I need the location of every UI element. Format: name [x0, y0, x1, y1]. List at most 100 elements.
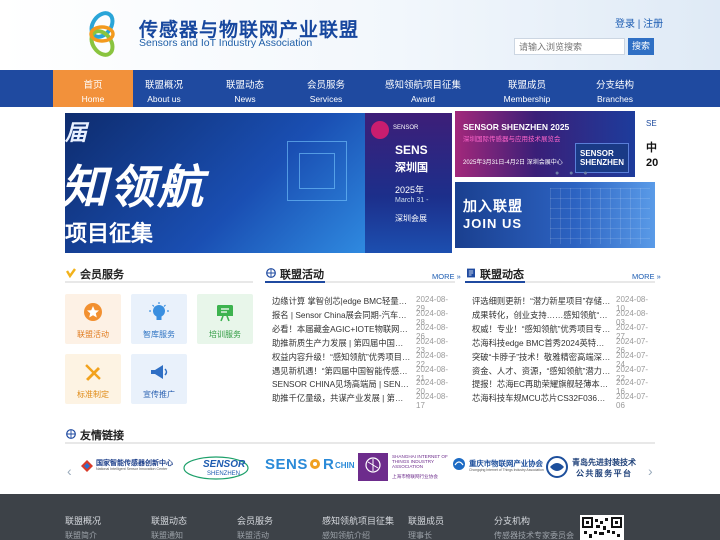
footer-col-news[interactable]: 联盟动态 — [151, 514, 187, 527]
nav-label-en: Membership — [503, 94, 551, 104]
news-row[interactable]: 资金、人才、资源，“感知领航”潜力新星项目...2024-07-22 — [472, 365, 655, 383]
news-row[interactable]: 突破“卡脖子”技术！敬雅精密高端深海MEMS...2024-07-24 — [472, 351, 655, 369]
news-row[interactable]: 报名 | Sensor China展会同期-汽车感知技术...2024-08-2… — [272, 309, 455, 327]
nav-award[interactable]: 感知领航项目征集 Award — [378, 70, 468, 107]
news-row[interactable]: 芯海科技edge BMC首秀2024英特尔网络与边...2024-07-26 — [472, 337, 655, 355]
tile-label: 联盟活动 — [77, 330, 109, 339]
nav-news[interactable]: 联盟动态 News — [205, 70, 285, 107]
news-row[interactable]: 助推新质生产力发展 | 第四届中国智能传感大...2024-08-23 — [272, 337, 455, 355]
news-row-date: 2024-07-06 — [616, 392, 649, 411]
tile-label: 标准制定 — [77, 390, 109, 399]
nav-services[interactable]: 会员服务 Services — [286, 70, 366, 107]
partner-sub: 上海市物联网行业协会 — [392, 474, 438, 479]
partner-shanghai-iot[interactable]: SHANGHAI INTERNET OF THINGS INDUSTRY ASS… — [358, 453, 448, 483]
news-row-title[interactable]: 边缘计算 掌智创芯|edge BMC轻量级带外管 — [272, 295, 411, 307]
news-more-link[interactable]: MORE » — [632, 272, 661, 281]
news-row[interactable]: 必看！本届藏金AGIC+IOTE物联网展参观指...2024-08-26 — [272, 323, 455, 341]
footer-col-about[interactable]: 联盟概况 — [65, 514, 101, 527]
partners-prev-arrow[interactable]: ‹ — [67, 463, 72, 479]
alliance-logo[interactable] — [82, 8, 122, 60]
partner-name: 青岛先进封装技术 — [572, 458, 636, 467]
activities-more-link[interactable]: MORE » — [432, 272, 461, 281]
news-row-title[interactable]: 助推新质生产力发展 | 第四届中国智能传感大... — [272, 337, 411, 349]
footer-link[interactable]: 传感器技术专家委员会 — [494, 530, 574, 540]
partner-qingdao-packaging[interactable]: 青岛先进封装技术 公共服务平台 — [545, 453, 642, 483]
footer-link[interactable]: 联盟活动 — [237, 530, 269, 540]
tile-training[interactable]: 培训服务 — [197, 294, 253, 344]
promo-right-line1: SE — [646, 119, 657, 128]
news-row[interactable]: 助推千亿量级，共谋产业发展 | 第四届中国智... 2024-08-17 — [272, 392, 455, 410]
carousel-dots[interactable]: ● ● ● — [555, 170, 592, 177]
partner-chongqing-iot[interactable]: 重庆市物联网产业协会 Chongqing Internet of Things … — [452, 453, 544, 483]
news-row-title[interactable]: 资金、人才、资源，“感知领航”潜力新星项目... — [472, 365, 611, 377]
news-row-title[interactable]: 评选细则更新！“潜力新星项目”存储持续扩大 — [472, 295, 611, 307]
news-row[interactable]: 芯海科技车规MCU芯片CS32F036Q荣获IAEI... 2024-07-06 — [472, 392, 655, 410]
nav-membership[interactable]: 联盟成员 Membership — [487, 70, 567, 107]
footer-col-award[interactable]: 感知领航项目征集 — [322, 514, 394, 527]
news-row-title[interactable]: 提报！芯海EC再助荣耀旗舰轻薄本MagicBoo... — [472, 378, 611, 390]
partner-sub: 公共服务平台 — [576, 469, 633, 478]
footer-col-branches[interactable]: 分支机构 — [494, 514, 530, 527]
footer-link[interactable]: 感知领航介绍 — [322, 530, 370, 540]
news-row-title[interactable]: 成果转化，创业支持……感知领航“潜力新星项目” — [472, 309, 611, 321]
footer-col-membership[interactable]: 联盟成员 — [408, 514, 444, 527]
section-divider — [65, 281, 253, 283]
nav-branches[interactable]: 分支结构 Branches — [575, 70, 655, 107]
hero-banner[interactable]: 届 知领航 项目征集 — [65, 113, 365, 253]
news-row-title[interactable]: 突破“卡脖子”技术！敬雅精密高端深海MEMS... — [472, 351, 611, 363]
nav-about[interactable]: 联盟概况 About us — [124, 70, 204, 107]
news-row-title[interactable]: 权益内容升级！“感知领航”优秀项目福利来袭 — [272, 351, 411, 363]
partner-sensor-china[interactable]: SENS R CHINA — [265, 453, 355, 483]
news-row-title[interactable]: 遇见新机遇！“第四届中国智能传感大会”... — [272, 365, 411, 377]
promo-title: SENSOR SHENZHEN 2025 — [463, 122, 570, 132]
news-row[interactable]: 权威！专业！“感知领航”优秀项目专家评审公...2024-07-27 — [472, 323, 655, 341]
nav-label-en: Services — [309, 94, 343, 104]
join-us-banner[interactable]: 加入联盟 JOIN US — [455, 182, 655, 248]
qr-code — [580, 515, 624, 540]
news-row[interactable]: 评选细则更新！“潜力新星项目”存储持续扩大2024-08-10 — [472, 295, 655, 313]
register-link[interactable]: 注册 — [643, 19, 663, 30]
nav-label-cn: 感知领航项目征集 — [384, 80, 461, 91]
partners-next-arrow[interactable]: › — [648, 463, 653, 479]
tile-promotion[interactable]: 宣传推广 — [131, 354, 187, 404]
news-row[interactable]: SENSOR CHINA见场高端局 | SENSOR TAL...2024-08… — [272, 378, 455, 396]
tile-label: 培训服务 — [209, 330, 241, 339]
partner-nisic[interactable]: 国家智能传感器创新中心 National Intelligent Sensor … — [80, 453, 175, 483]
news-row[interactable]: 遇见新机遇！“第四届中国智能传感大会”... 2024-08-21 — [272, 365, 455, 383]
qingdao-logo-icon — [546, 456, 568, 478]
news-row[interactable]: 成果转化，创业支持……感知领航“潜力新星项目”2024-08-03 — [472, 309, 655, 327]
footer-col-services[interactable]: 会员服务 — [237, 514, 273, 527]
footer-link[interactable]: 理事长 — [408, 530, 432, 540]
search-input[interactable] — [514, 38, 625, 55]
secondary-banner[interactable]: SENSOR SENS 深圳国 2025年 March 31 - 深圳会展 — [365, 113, 452, 253]
news-row-title[interactable]: 芯海科技车规MCU芯片CS32F036Q荣获IAEI... — [472, 392, 611, 404]
nav-label-en: Award — [411, 94, 435, 104]
footer-link[interactable]: 联盟通知 — [151, 530, 183, 540]
site-name-en: Sensors and IoT Industry Association — [139, 37, 313, 49]
login-link[interactable]: 登录 — [615, 19, 635, 30]
nav-label-cn: 会员服务 — [306, 80, 345, 91]
tile-standards[interactable]: 标准制定 — [65, 354, 121, 404]
globe-icon — [266, 268, 276, 278]
nav-home[interactable]: 首页 Home — [53, 70, 133, 107]
check-icon — [66, 268, 76, 278]
search-button[interactable]: 搜索 — [628, 38, 654, 55]
footer-link[interactable]: 联盟简介 — [65, 530, 97, 540]
news-row[interactable]: 权益内容升级！“感知领航”优秀项目福利来袭2024-08-22 — [272, 351, 455, 369]
news-title: 联盟动态 — [480, 269, 524, 281]
expo-promo[interactable]: SENSOR SHENZHEN 2025 深圳国际传感器与应用技术展览会 202… — [455, 111, 635, 177]
news-row-title[interactable]: 报名 | Sensor China展会同期-汽车感知技术... — [272, 309, 411, 321]
news-row-title[interactable]: SENSOR CHINA见场高端局 | SENSOR TAL... — [272, 378, 411, 390]
news-row-title[interactable]: 芯海科技edge BMC首秀2024英特尔网络与边... — [472, 337, 611, 349]
news-row[interactable]: 边缘计算 掌智创芯|edge BMC轻量级带外管2024-08-29 — [272, 295, 455, 313]
news-row[interactable]: 提报！芯海EC再助荣耀旗舰轻薄本MagicBoo...2024-07-16 — [472, 378, 655, 396]
promo-right-peek[interactable]: SE 中 20 — [641, 111, 661, 191]
tile-label: 智库服务 — [143, 330, 175, 339]
news-row-title[interactable]: 助推千亿量级，共谋产业发展 | 第四届中国智... — [272, 392, 411, 404]
tile-think-tank[interactable]: 智库服务 — [131, 294, 187, 344]
news-row-title[interactable]: 权威！专业！“感知领航”优秀项目专家评审公... — [472, 323, 611, 335]
section-divider-accent — [265, 281, 325, 283]
partner-sensor-shenzhen[interactable]: SENSOR SHENZHEN — [183, 453, 253, 483]
tile-activities[interactable]: 联盟活动 — [65, 294, 121, 344]
news-row-title[interactable]: 必看！本届藏金AGIC+IOTE物联网展参观指... — [272, 323, 411, 335]
